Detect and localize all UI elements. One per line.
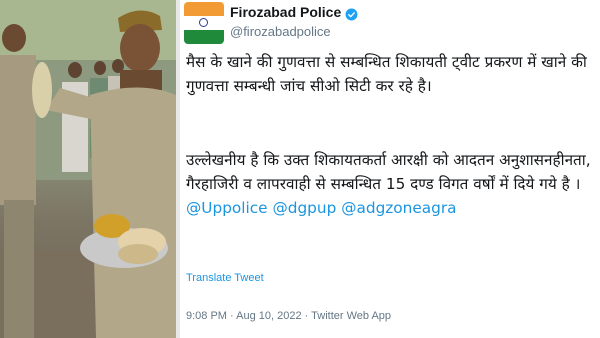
tweet-paragraph-2: उल्लेखनीय है कि उक्त शिकायतकर्ता आरक्षी … [186, 148, 596, 220]
mention-link[interactable]: @dgpup [272, 199, 336, 217]
screenshot-frame: Firozabad Police @firozabadpolice मैस के… [0, 0, 600, 338]
video-photo-thumbnail[interactable] [0, 0, 176, 338]
profile-avatar[interactable] [184, 2, 224, 44]
panel-divider [176, 0, 180, 338]
photo-illustration [0, 0, 176, 338]
verified-badge-icon [345, 6, 358, 20]
author-display-name[interactable]: Firozabad Police [230, 4, 341, 20]
ashoka-chakra-icon [199, 18, 208, 27]
translate-tweet-link[interactable]: Translate Tweet [186, 272, 264, 284]
author-name-row: Firozabad Police [230, 4, 358, 20]
author-handle[interactable]: @firozabadpolice [230, 24, 331, 39]
tweet-paragraph-2-text: उल्लेखनीय है कि उक्त शिकायतकर्ता आरक्षी … [186, 151, 591, 193]
tweet-paragraph-1: मैस के खाने की गुणवत्ता से सम्बन्धित शिक… [186, 53, 587, 95]
mention-link[interactable]: @Uppolice [186, 199, 268, 217]
mention-link[interactable]: @adgzoneagra [341, 199, 456, 217]
tweet-timestamp[interactable]: 9:08 PM · Aug 10, 2022 · Twitter Web App [186, 310, 391, 322]
tweet-card: Firozabad Police @firozabadpolice मैस के… [182, 0, 596, 338]
